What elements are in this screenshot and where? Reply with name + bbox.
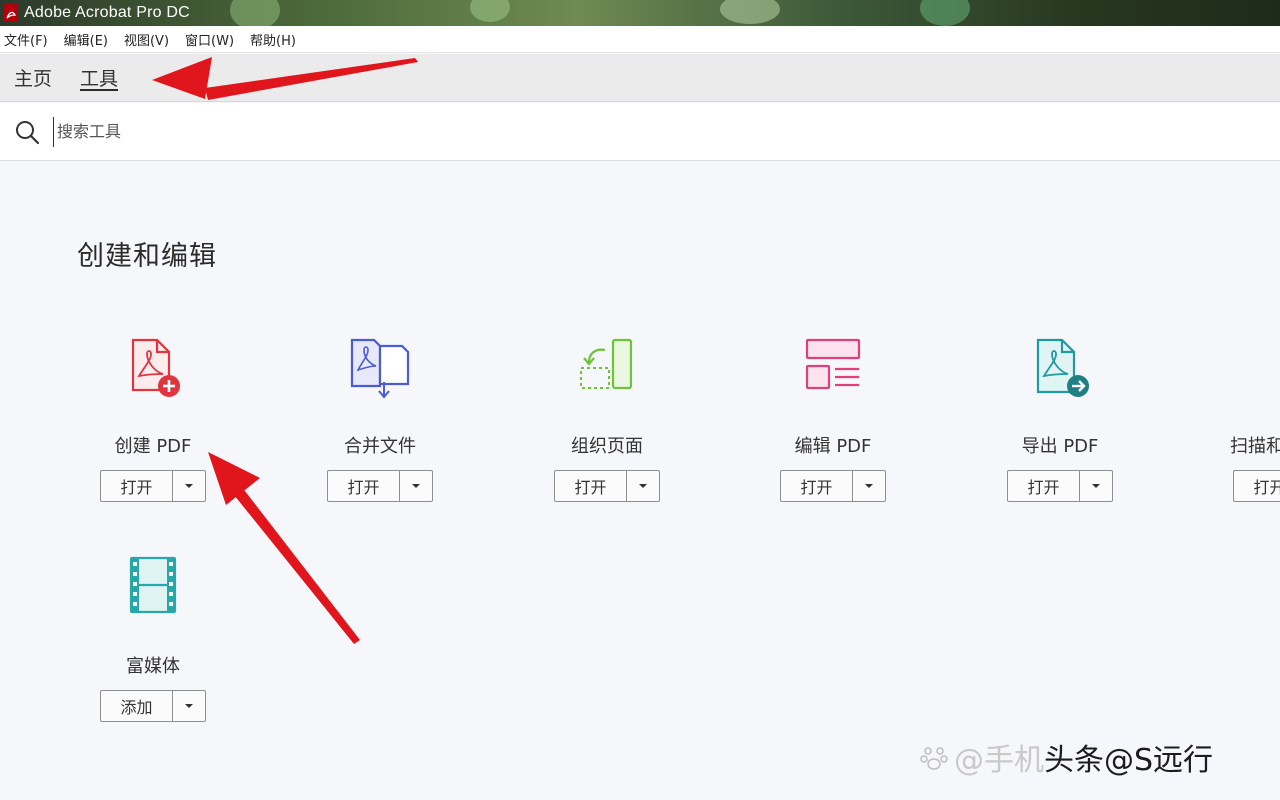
watermark-prefix: @手机 [954,743,1044,778]
tool-organize-pages: 组织页面 打开 [507,336,707,502]
tool-scan-clip: 扫描和 打开 [1186,0,1280,800]
paw-icon [920,747,948,770]
search-bar [0,103,1280,161]
export-pdf-icon[interactable] [1028,336,1092,400]
watermark: @手机 头条@S远行 [918,735,1213,779]
open-button: 打开 [554,470,660,502]
edit-pdf-icon[interactable] [801,336,865,400]
menu-file[interactable]: 文件(F) [0,30,58,49]
open-button-main[interactable]: 打开 [101,471,173,501]
tool-label: 编辑 PDF [794,436,872,457]
menu-help[interactable]: 帮助(H) [246,30,306,49]
open-button-main[interactable]: 打开 [328,471,400,501]
search-input[interactable] [53,116,653,147]
open-button-main[interactable]: 打开 [1008,471,1080,501]
chevron-down-icon[interactable] [173,691,205,721]
tool-rich-media: 富媒体 添加 [53,556,253,722]
window-title: Adobe Acrobat Pro DC [24,4,190,21]
tool-create-pdf: 创建 PDF 打开 [53,336,253,502]
open-button: 打开 [1007,470,1113,502]
menu-edit[interactable]: 编辑(E) [60,30,118,49]
menu-bar: 文件(F) 编辑(E) 视图(V) 窗口(W) 帮助(H) [0,26,1280,53]
open-button-main[interactable]: 打开 [781,471,853,501]
add-button: 添加 [100,690,206,722]
open-button: 打开 [1233,470,1280,502]
organize-pages-icon[interactable] [575,336,639,400]
tab-bar: 主页 工具 [0,54,1280,102]
open-button: 打开 [100,470,206,502]
tool-label: 合并文件 [344,436,416,457]
section-title: 创建和编辑 [77,241,217,272]
search-icon [16,120,40,144]
tool-label: 富媒体 [126,656,180,677]
menu-window[interactable]: 窗口(W) [181,30,244,49]
tool-scan: 扫描和 打开 [1186,336,1280,502]
chevron-down-icon[interactable] [853,471,885,501]
open-button: 打开 [327,470,433,502]
menu-view[interactable]: 视图(V) [120,30,179,49]
open-button: 打开 [780,470,886,502]
tab-tools[interactable]: 工具 [66,53,132,101]
watermark-text: 头条@S远行 [1044,743,1214,778]
chevron-down-icon[interactable] [400,471,432,501]
add-button-main[interactable]: 添加 [101,691,173,721]
tool-export-pdf: 导出 PDF 打开 [960,336,1160,502]
title-bar: Adobe Acrobat Pro DC [0,0,1280,26]
tool-label: 组织页面 [571,436,643,457]
create-pdf-icon[interactable] [121,336,185,400]
combine-files-icon[interactable] [348,336,412,400]
chevron-down-icon[interactable] [627,471,659,501]
open-button-main[interactable]: 打开 [1234,471,1280,501]
tool-combine-files: 合并文件 打开 [280,336,480,502]
tab-home[interactable]: 主页 [0,53,66,101]
acrobat-logo-icon [4,4,18,22]
chevron-down-icon[interactable] [1080,471,1112,501]
tool-label: 创建 PDF [114,436,192,457]
tool-edit-pdf: 编辑 PDF 打开 [733,336,933,502]
rich-media-icon[interactable] [121,556,185,620]
chevron-down-icon[interactable] [173,471,205,501]
tool-label: 导出 PDF [1021,436,1099,457]
tool-label: 扫描和 [1230,436,1280,457]
open-button-main[interactable]: 打开 [555,471,627,501]
